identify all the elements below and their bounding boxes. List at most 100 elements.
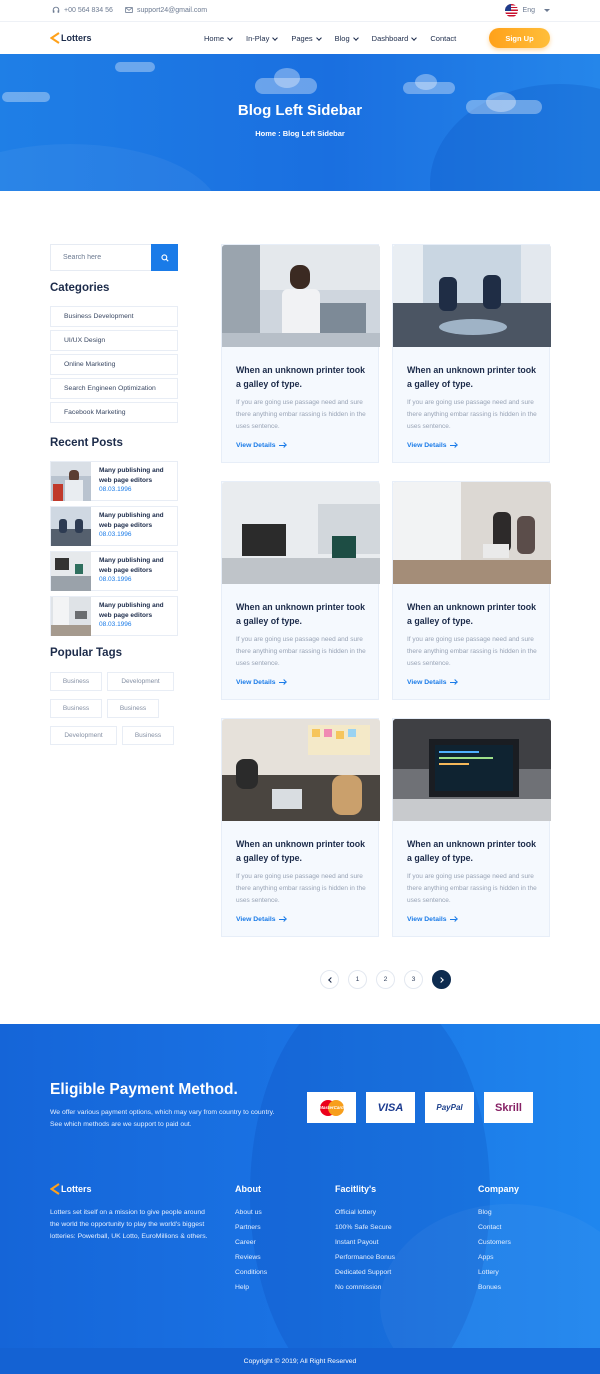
tag-chip[interactable]: Business: [122, 726, 174, 745]
view-details-link[interactable]: View Details: [407, 916, 456, 923]
paypal-badge: PayPal: [425, 1092, 474, 1123]
blog-card-title[interactable]: When an unknown printer took a galley of…: [236, 600, 372, 628]
nav-item-dashboard[interactable]: Dashboard: [372, 34, 418, 43]
logo-text: Lotters: [61, 33, 92, 43]
mastercard-label: MasterCard: [319, 1105, 344, 1110]
view-details-label: View Details: [407, 916, 447, 923]
footer-link[interactable]: Performance Bonus: [335, 1254, 395, 1261]
footer-link[interactable]: Career: [235, 1239, 256, 1246]
footer-link[interactable]: Help: [235, 1284, 249, 1291]
footer-link[interactable]: Apps: [478, 1254, 494, 1261]
footer-link[interactable]: Partners: [235, 1224, 261, 1231]
caret-down-icon: [544, 9, 550, 12]
category-item[interactable]: Online Marketing: [50, 354, 178, 375]
popular-tags-heading: Popular Tags: [50, 647, 122, 659]
footer-link[interactable]: No commission: [335, 1284, 381, 1291]
footer-link[interactable]: Conditions: [235, 1269, 267, 1276]
recent-post-item[interactable]: Many publishing and web page editors 08.…: [50, 461, 178, 501]
tag-chip[interactable]: Business: [50, 699, 102, 718]
footer-link[interactable]: Bonues: [478, 1284, 501, 1291]
nav-item-pages[interactable]: Pages: [291, 34, 322, 43]
blog-card[interactable]: When an unknown printer took a galley of…: [221, 718, 380, 937]
view-details-link[interactable]: View Details: [407, 679, 456, 686]
pagination-page-button[interactable]: 3: [404, 970, 423, 989]
hero-wave-shape: [0, 144, 220, 191]
pagination-next-button[interactable]: [432, 970, 451, 989]
search-box: [50, 244, 178, 271]
email-contact[interactable]: support24@gmail.com: [125, 6, 207, 14]
arrow-right-icon: [449, 444, 456, 447]
recent-post-date: 08.03.1996: [99, 531, 132, 538]
nav-label: Home: [204, 34, 225, 43]
footer-link[interactable]: About us: [235, 1209, 262, 1216]
category-item[interactable]: Facebook Marketing: [50, 402, 178, 423]
view-details-label: View Details: [407, 442, 447, 449]
blog-card[interactable]: When an unknown printer took a galley of…: [221, 244, 380, 463]
phone-number: +00 564 834 56: [64, 6, 113, 14]
site-logo[interactable]: Lotters: [50, 32, 92, 44]
recent-post-date: 08.03.1996: [99, 576, 132, 583]
pagination-prev-button[interactable]: [320, 970, 339, 989]
blog-card[interactable]: When an unknown printer took a galley of…: [392, 718, 551, 937]
phone-contact[interactable]: +00 564 834 56: [52, 6, 113, 14]
blog-card[interactable]: When an unknown printer took a galley of…: [392, 481, 551, 700]
pagination-page-button[interactable]: 1: [348, 970, 367, 989]
arrow-right-icon: [278, 681, 285, 684]
footer-link[interactable]: Lottery: [478, 1269, 499, 1276]
view-details-link[interactable]: View Details: [236, 916, 285, 923]
recent-post-item[interactable]: Many publishing and web page editors 08.…: [50, 596, 178, 636]
blog-card-title[interactable]: When an unknown printer took a galley of…: [236, 837, 372, 865]
blog-card-title[interactable]: When an unknown printer took a galley of…: [407, 600, 543, 628]
footer-link[interactable]: Customers: [478, 1239, 511, 1246]
footer-link[interactable]: Contact: [478, 1224, 501, 1231]
chevron-down-icon: [411, 34, 418, 41]
view-details-link[interactable]: View Details: [236, 442, 285, 449]
footer-link[interactable]: Dedicated Support: [335, 1269, 391, 1276]
footer-link[interactable]: Official lottery: [335, 1209, 376, 1216]
headset-icon: [52, 6, 60, 13]
recent-post-thumbnail: [51, 597, 91, 636]
chevron-down-icon: [352, 34, 359, 41]
tag-chip[interactable]: Business: [107, 699, 159, 718]
nav-item-in-play[interactable]: In-Play: [246, 34, 279, 43]
recent-post-item[interactable]: Many publishing and web page editors 08.…: [50, 551, 178, 591]
email-address: support24@gmail.com: [137, 6, 208, 14]
search-button[interactable]: [151, 244, 178, 271]
view-details-link[interactable]: View Details: [407, 442, 456, 449]
chevron-down-icon: [272, 34, 279, 41]
footer-logo[interactable]: Lotters: [50, 1183, 92, 1195]
tag-chip[interactable]: Business: [50, 672, 102, 691]
search-input[interactable]: [51, 245, 153, 270]
pagination-page-button[interactable]: 2: [376, 970, 395, 989]
footer-link[interactable]: 100% Safe Secure: [335, 1224, 392, 1231]
nav-item-home[interactable]: Home: [204, 34, 233, 43]
nav-item-blog[interactable]: Blog: [335, 34, 359, 43]
breadcrumb[interactable]: Home : Blog Left Sidebar: [0, 129, 600, 138]
blog-card[interactable]: When an unknown printer took a galley of…: [221, 481, 380, 700]
tag-chip[interactable]: Development: [50, 726, 117, 745]
arrow-right-icon: [449, 918, 456, 921]
blog-card-image: [222, 245, 380, 347]
category-item[interactable]: Business Development: [50, 306, 178, 327]
sign-up-button[interactable]: Sign Up: [489, 28, 550, 48]
category-item[interactable]: UI/UX Design: [50, 330, 178, 351]
nav-item-contact[interactable]: Contact: [430, 34, 456, 43]
footer-link[interactable]: Blog: [478, 1209, 492, 1216]
footer-logo-text: Lotters: [61, 1184, 92, 1194]
language-selector[interactable]: Eng: [504, 4, 550, 17]
recent-post-title: Many publishing and web page editors: [99, 557, 164, 574]
footer-link[interactable]: Reviews: [235, 1254, 261, 1261]
view-details-link[interactable]: View Details: [236, 679, 285, 686]
blog-card-title[interactable]: When an unknown printer took a galley of…: [407, 363, 543, 391]
tag-chip[interactable]: Development: [107, 672, 174, 691]
category-item[interactable]: Search Engineen Optimization: [50, 378, 178, 399]
blog-card[interactable]: When an unknown printer took a galley of…: [392, 244, 551, 463]
footer-link[interactable]: Instant Payout: [335, 1239, 378, 1246]
recent-post-item[interactable]: Many publishing and web page editors 08.…: [50, 506, 178, 546]
recent-post-date: 08.03.1996: [99, 621, 132, 628]
blog-card-title[interactable]: When an unknown printer took a galley of…: [236, 363, 372, 391]
arrow-right-icon: [278, 444, 285, 447]
blog-card-title[interactable]: When an unknown printer took a galley of…: [407, 837, 543, 865]
payment-description: We offer various payment options, which …: [50, 1109, 275, 1128]
cloud-shape: [2, 92, 50, 102]
